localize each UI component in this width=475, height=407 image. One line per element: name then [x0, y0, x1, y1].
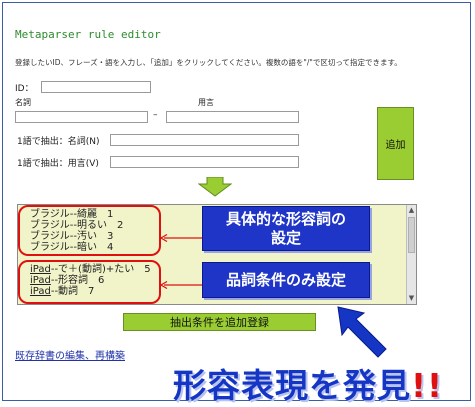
noun-label: 名詞	[15, 98, 31, 107]
extract-verb-input[interactable]	[110, 156, 299, 168]
extract-noun-input[interactable]	[110, 134, 299, 146]
big-arrow-icon	[336, 305, 388, 363]
id-label: ID：	[15, 84, 34, 94]
register-condition-button[interactable]: 抽出条件を追加登録	[123, 313, 316, 331]
edit-dictionary-link[interactable]: 既存辞書の編集、再構築	[15, 347, 125, 362]
list-scrollbar[interactable]: ▲ ▼	[406, 205, 416, 304]
pointer-arrow-bottom-icon	[159, 274, 204, 293]
annotation-pos-only: 品詞条件のみ設定	[202, 262, 370, 298]
verb-input[interactable]	[166, 111, 299, 123]
pointer-arrow-top-icon	[159, 227, 204, 246]
highlight-circle-top	[18, 205, 161, 256]
page-title: Metaparser rule editor	[15, 28, 161, 41]
dash-separator: –	[153, 110, 158, 120]
id-input[interactable]	[41, 81, 151, 93]
scroll-up-icon[interactable]: ▲	[408, 206, 415, 214]
headline: 形容表現を発見!!	[173, 366, 444, 405]
scroll-thumb[interactable]	[408, 217, 415, 253]
highlight-circle-bottom	[18, 260, 161, 304]
noun-input[interactable]	[15, 111, 148, 123]
add-button[interactable]: 追加	[377, 107, 414, 180]
extract-noun-label: 1語で抽出：名詞(N)	[17, 137, 100, 147]
editor-frame: Metaparser rule editor 登録したいID、フレーズ・語を入力…	[2, 2, 471, 405]
verb-label: 用言	[198, 98, 214, 107]
down-arrow-icon	[197, 176, 233, 201]
instructions-text: 登録したいID、フレーズ・語を入力し、「追加」をクリックしてください。複数の語を…	[15, 58, 402, 67]
scroll-down-icon[interactable]: ▼	[408, 294, 415, 302]
extract-verb-label: 1語で抽出：用言(V)	[17, 159, 99, 169]
annotation-specific-adjective: 具体的な形容詞の 設定	[202, 206, 370, 251]
